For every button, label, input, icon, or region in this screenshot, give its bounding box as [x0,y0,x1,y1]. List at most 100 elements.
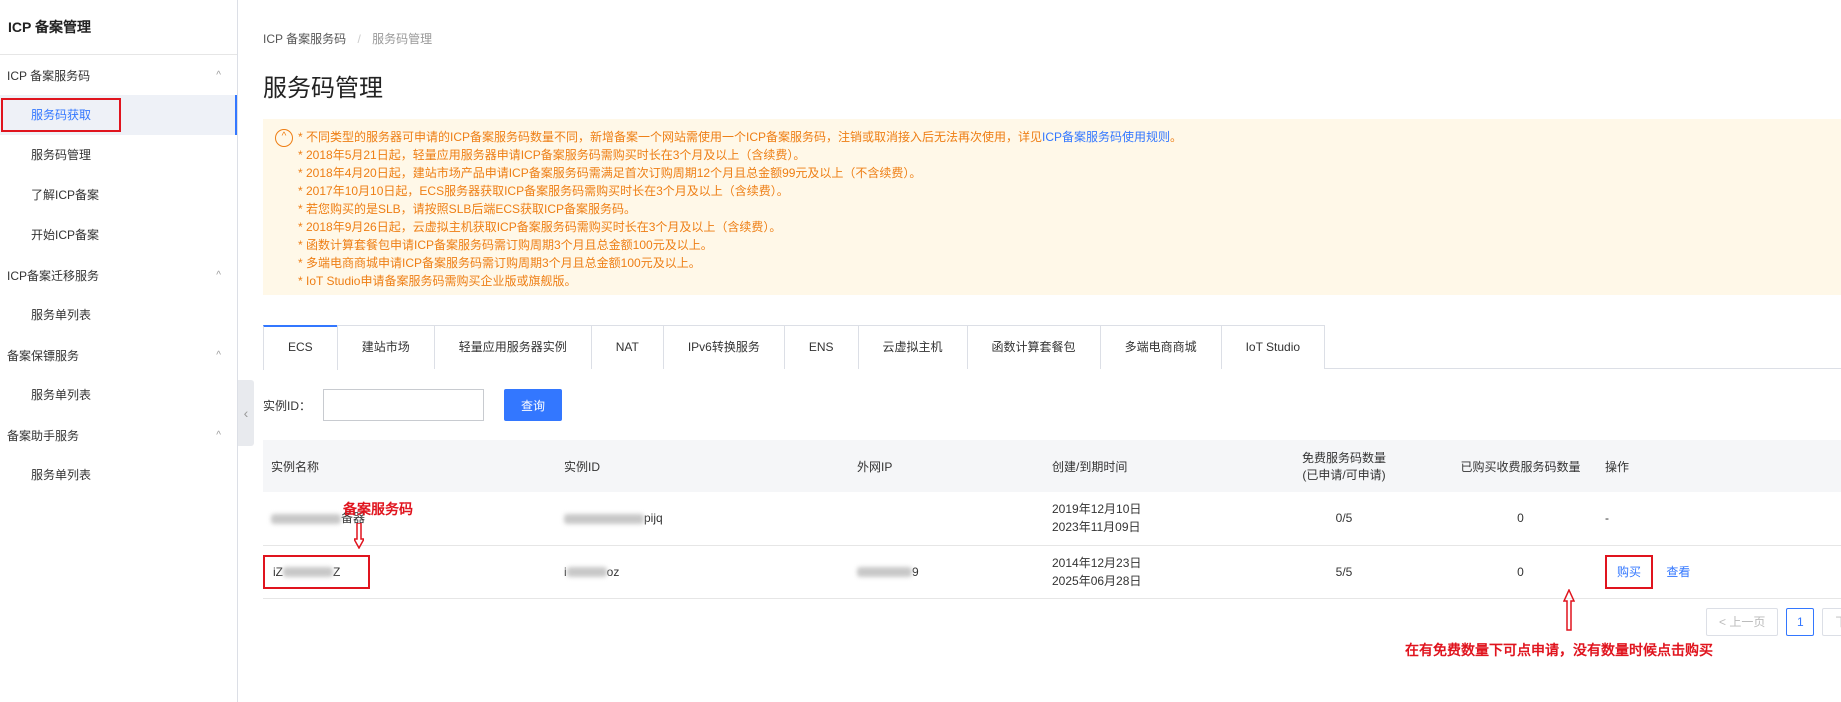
notice-line: * 若您购买的是SLB，请按照SLB后端ECS获取ICP备案服务码。 [298,202,637,216]
highlight-box: iZ Z [263,554,370,589]
chevron-up-icon: ^ [216,269,221,281]
tab-iot-studio[interactable]: IoT Studio [1220,325,1326,369]
cell-free-codes: 5/5 [1335,564,1353,579]
tab-ecs[interactable]: ECS [263,325,338,370]
tab-ipv6[interactable]: IPv6转换服务 [662,325,785,369]
query-button[interactable]: 查询 [504,389,563,421]
redacted-text [566,567,607,578]
notice-line: * 2017年10月10日起，ECS服务器获取ICP备案服务码需购买时长在3个月… [298,184,789,198]
sidebar-item-migration-orders[interactable]: 服务单列表 [0,295,237,335]
sidebar-item-label: 服务码管理 [31,148,92,162]
chevron-up-icon: ^ [216,69,221,81]
sidebar-group-label: ICP 备案服务码 [7,68,91,83]
cell-actions: 购买 查看 [1597,545,1841,598]
sidebar-item-start-icp[interactable]: 开始ICP备案 [0,215,237,255]
redacted-text [283,567,333,578]
tab-ecommerce[interactable]: 多端电商商城 [1099,325,1222,369]
pagination: < 上一页 1 下一 [1706,608,1841,636]
breadcrumb: ICP 备案服务码 / 服务码管理 [263,30,432,47]
breadcrumb-parent-link[interactable]: ICP 备案服务码 [263,32,346,46]
sidebar-item-bodyguard-orders[interactable]: 服务单列表 [0,375,237,415]
col-instance-name: 实例名称 [271,459,320,474]
annotation-hint: 在有免费数量下可点申请，没有数量时候点击购买 [1405,642,1713,658]
sidebar-item-get-code[interactable]: 服务码获取 [0,95,237,135]
annotation-code-label: 备案服务码 [343,501,413,517]
col-time: 创建/到期时间 [1052,459,1128,474]
breadcrumb-separator: / [357,32,361,46]
notice-line: * 2018年9月26日起，云虚拟主机获取ICP备案服务码需购买时长在3个月及以… [298,220,782,234]
tab-function-compute[interactable]: 函数计算套餐包 [966,325,1101,369]
ip-text: 9 [912,564,919,579]
cell-time: 2014年12月23日 2025年06月28日 [1044,545,1244,598]
tab-virtual-host[interactable]: 云虚拟主机 [857,325,968,369]
sidebar-title: ICP 备案管理 [0,0,237,55]
col-free-codes-line2: (已申请/可申请) [1302,468,1386,482]
cell-instance-id: i oz [556,545,849,598]
col-free-codes-line1: 免费服务码数量 [1301,451,1386,465]
chevron-up-icon: ^ [216,429,221,441]
prev-page-button[interactable]: < 上一页 [1706,608,1779,636]
sidebar-group-label: 备案保镖服务 [7,348,80,363]
sidebar-item-label: 了解ICP备案 [31,188,100,202]
collapse-up-icon[interactable]: ^ [275,129,293,147]
filter-bar: 实例ID： 查询 [263,389,563,421]
col-paid-codes: 已购买收费服务码数量 [1460,459,1581,474]
breadcrumb-current: 服务码管理 [372,32,433,46]
redacted-text [271,514,341,525]
cell-instance-name: iZ Z [263,545,556,598]
sidebar-item-label: 服务单列表 [31,388,92,402]
highlight-box: 购买 [1605,554,1654,589]
sidebar-group-bodyguard[interactable]: 备案保镖服务 ^ [0,335,237,375]
view-link[interactable]: 查看 [1666,565,1690,579]
instance-id-input[interactable] [323,389,485,421]
cell-free-codes: 0/5 [1335,511,1353,526]
notice-text: * 不同类型的服务器可申请的ICP备案服务码数量不同，新增备案一个网站需使用一个… [298,130,1043,144]
notice-line: * 2018年4月20日起，建站市场产品申请ICP备案服务码需满足首次订购周期1… [298,166,922,180]
sidebar-group-assistant[interactable]: 备案助手服务 ^ [0,415,237,455]
instance-table: 实例名称 实例ID 外网IP 创建/到期时间 免费服务码数量 (已申请/可申请)… [263,440,1841,599]
id-text: oz [606,564,620,579]
sidebar-group-migration[interactable]: ICP备案迁移服务 ^ [0,255,237,295]
rules-link[interactable]: ICP备案服务码使用规则 [1042,130,1170,144]
sidebar-item-manage-code[interactable]: 服务码管理 [0,135,237,175]
table-row: 备器 pijq 2019年12月10日 2023年11月09日 0/5 0 - [263,492,1841,545]
redacted-text [857,567,912,578]
cell-instance-id: pijq [556,492,849,545]
buy-link[interactable]: 购买 [1617,565,1641,579]
main-content: ICP 备案服务码 / 服务码管理 服务码管理 ^ * 不同类型的服务器可申请的… [263,0,1841,702]
expire-date: 2023年11月09日 [1052,520,1141,535]
sidebar: ICP 备案管理 ICP 备案服务码 ^ 服务码获取 服务码管理 了解ICP备案… [0,0,238,702]
notice-line: * 不同类型的服务器可申请的ICP备案服务码数量不同，新增备案一个网站需使用一个… [298,128,1841,146]
sidebar-item-label: 服务单列表 [31,308,92,322]
created-date: 2014年12月23日 [1052,555,1142,570]
cell-actions: - [1605,511,1609,526]
tab-ens[interactable]: ENS [783,325,859,369]
created-date: 2019年12月10日 [1052,502,1142,517]
tab-site-market[interactable]: 建站市场 [336,325,435,369]
notice-line: * 2018年5月21日起，轻量应用服务器申请ICP备案服务码需购买时长在3个月… [298,148,806,162]
table-row: iZ Z i oz 9 2014年12月23日 2025年06月28日 5/5 0 [263,545,1841,598]
sidebar-item-label: 开始ICP备案 [31,228,100,242]
sidebar-group-label: ICP备案迁移服务 [7,268,100,283]
col-free-codes: 免费服务码数量 (已申请/可申请) [1244,440,1444,492]
notice-line: * IoT Studio申请备案服务码需购买企业版或旗舰版。 [298,274,577,288]
sidebar-item-learn-icp[interactable]: 了解ICP备案 [0,175,237,215]
sidebar-item-label: 服务单列表 [31,468,92,482]
page-title: 服务码管理 [263,75,383,102]
cell-public-ip: 9 [849,545,1044,598]
chevron-up-icon: ^ [216,349,221,361]
sidebar-item-assistant-orders[interactable]: 服务单列表 [0,455,237,495]
notice-line: * 多端电商商城申请ICP备案服务码需订购周期3个月且总金额100元及以上。 [298,256,701,270]
page-number-button[interactable]: 1 [1786,608,1815,636]
expire-date: 2025年06月28日 [1052,573,1142,588]
arrow-up-icon [1563,589,1575,631]
sidebar-collapse-handle[interactable]: ‹ [238,380,254,446]
sidebar-group-label: 备案助手服务 [7,428,80,443]
next-page-button[interactable]: 下一 [1822,608,1841,636]
notice-line: * 函数计算套餐包申请ICP备案服务码需订购周期3个月且总金额100元及以上。 [298,238,713,252]
cell-time: 2019年12月10日 2023年11月09日 [1044,492,1244,545]
tab-nat[interactable]: NAT [590,325,664,369]
tab-lightweight-server[interactable]: 轻量应用服务器实例 [433,325,592,369]
product-tabs: ECS 建站市场 轻量应用服务器实例 NAT IPv6转换服务 ENS 云虚拟主… [263,325,1841,370]
sidebar-group-icp-code[interactable]: ICP 备案服务码 ^ [0,55,237,95]
